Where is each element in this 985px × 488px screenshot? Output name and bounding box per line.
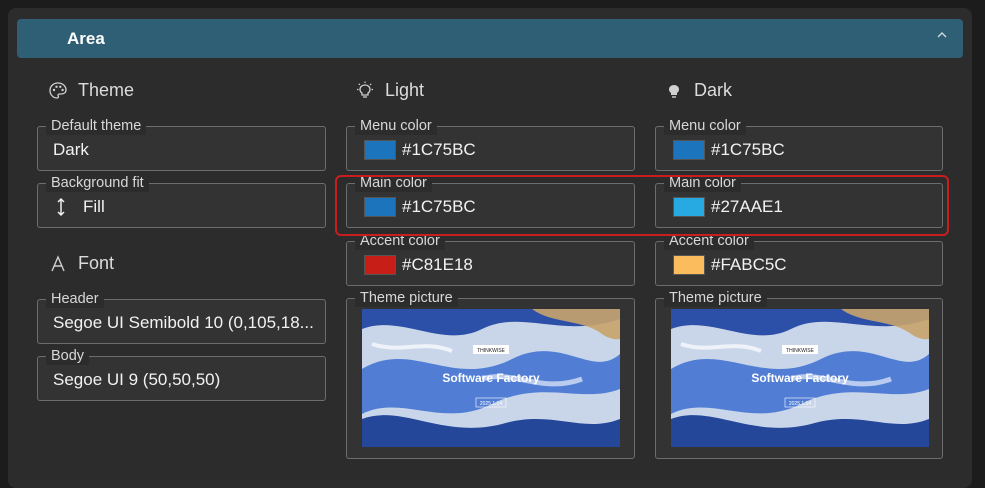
light-theme-picture-field[interactable]: Theme picture THINKWISE Software Factory… xyxy=(346,289,635,459)
header-font-label: Header xyxy=(46,290,104,308)
dark-accent-color-field[interactable]: Accent color #FABC5C xyxy=(655,232,943,286)
dark-section-title: Dark xyxy=(664,80,732,101)
body-font-field[interactable]: Body Segoe UI 9 (50,50,50) xyxy=(37,347,326,401)
dark-thumb-version: 2025.1.14 xyxy=(789,401,811,407)
dark-accent-color-swatch[interactable] xyxy=(673,255,705,275)
dark-thumb-title: Software Factory xyxy=(751,371,849,385)
dark-menu-color-swatch[interactable] xyxy=(673,140,705,160)
light-thumb-version: 2025.1.14 xyxy=(480,401,502,407)
light-accent-color-value: #C81E18 xyxy=(402,255,473,274)
body-font-label: Body xyxy=(46,347,90,365)
light-menu-color-value: #1C75BC xyxy=(402,140,476,159)
default-theme-field[interactable]: Default theme Dark xyxy=(37,117,326,171)
dark-theme-picture-field[interactable]: Theme picture THINKWISE Software Factory… xyxy=(655,289,943,459)
body-font-value: Segoe UI 9 (50,50,50) xyxy=(53,370,221,389)
light-thumb-title: Software Factory xyxy=(442,371,540,385)
light-accent-color-swatch[interactable] xyxy=(364,255,396,275)
light-thumb-logo: THINKWISE xyxy=(477,348,505,354)
header-font-field[interactable]: Header Segoe UI Semibold 10 (0,105,18... xyxy=(37,290,326,344)
theme-title: Theme xyxy=(78,80,135,100)
dark-menu-color-field[interactable]: Menu color #1C75BC xyxy=(655,117,943,171)
dark-title: Dark xyxy=(694,80,733,100)
dark-accent-color-value: #FABC5C xyxy=(711,255,787,274)
header-font-value: Segoe UI Semibold 10 (0,105,18... xyxy=(53,313,314,332)
lightbulb-outline-icon xyxy=(357,81,373,98)
palette-icon xyxy=(49,81,67,99)
font-title: Font xyxy=(78,253,115,273)
light-title: Light xyxy=(385,80,425,100)
light-section-title: Light xyxy=(355,80,424,101)
chevron-up-icon[interactable] xyxy=(935,28,949,42)
dark-menu-color-value: #1C75BC xyxy=(711,140,785,159)
area-title: Area xyxy=(67,29,105,48)
dark-theme-picture-image[interactable]: THINKWISE Software Factory 2025.1.14 xyxy=(671,309,929,447)
light-menu-color-swatch[interactable] xyxy=(364,140,396,160)
light-accent-color-field[interactable]: Accent color #C81E18 xyxy=(346,232,635,286)
default-theme-value: Dark xyxy=(53,140,89,159)
light-theme-picture-image[interactable]: THINKWISE Software Factory 2025.1.14 xyxy=(362,309,620,447)
font-section-title: Font xyxy=(48,253,114,274)
vertical-resize-icon xyxy=(57,197,65,217)
theme-section-title: Theme xyxy=(48,80,134,101)
dark-thumb-logo: THINKWISE xyxy=(786,348,814,354)
main-color-highlight xyxy=(335,175,949,236)
light-menu-color-label: Menu color xyxy=(355,117,437,135)
dark-theme-picture-label: Theme picture xyxy=(664,289,767,307)
default-theme-label: Default theme xyxy=(46,117,147,135)
area-section-header[interactable]: Area xyxy=(17,19,963,58)
light-menu-color-field[interactable]: Menu color #1C75BC xyxy=(346,117,635,171)
background-fit-field[interactable]: Background fit Fill xyxy=(37,174,326,228)
background-fit-label: Background fit xyxy=(46,174,149,192)
font-icon xyxy=(51,254,65,271)
background-fit-value: Fill xyxy=(83,197,105,216)
dark-menu-color-label: Menu color xyxy=(664,117,746,135)
lightbulb-filled-icon xyxy=(669,84,679,98)
light-theme-picture-label: Theme picture xyxy=(355,289,458,307)
